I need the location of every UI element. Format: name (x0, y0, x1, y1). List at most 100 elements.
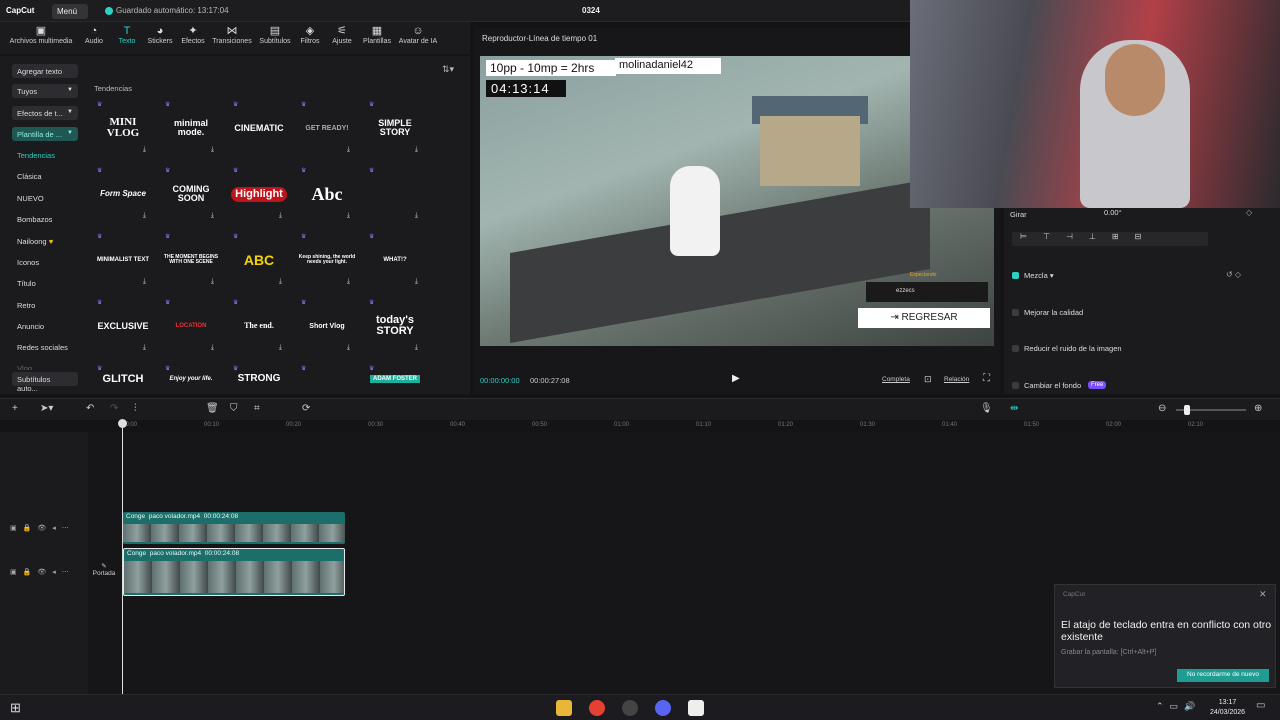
tab-audio[interactable]: ◔ Audio (80, 24, 108, 52)
download-icon[interactable]: ⤓ (143, 278, 146, 285)
add-icon[interactable]: + (12, 403, 18, 414)
text-template-tile[interactable]: ♛ LOCATION ⤓ (162, 298, 220, 354)
download-icon[interactable]: ⤓ (143, 344, 146, 351)
link-icon[interactable]: ⇹ (1010, 403, 1018, 414)
menu-button[interactable]: Menú (52, 4, 88, 19)
text-template-tile[interactable]: ♛ WHAT!? ⤓ (366, 232, 424, 288)
microphone-icon[interactable]: 🎙 (980, 403, 993, 414)
download-icon[interactable]: ⤓ (211, 212, 214, 219)
redo-icon[interactable]: ↷ (110, 403, 118, 414)
download-icon[interactable]: ⤓ (415, 278, 418, 285)
notification-icon[interactable]: ▭ (1256, 700, 1265, 711)
system-tray-icons[interactable]: ⌃▭🔊 (1156, 701, 1201, 712)
zoom-fit-icon[interactable]: ⊡ (924, 374, 932, 385)
download-icon[interactable]: ⤓ (279, 212, 282, 219)
sidebar-item-new[interactable]: NUEVO (12, 191, 78, 205)
play-icon[interactable]: ▶ (732, 373, 740, 384)
text-template-tile[interactable]: ♛ Form Space ⤓ (94, 166, 152, 222)
sidebar-item-add-text[interactable]: Agregar texto (12, 64, 78, 78)
file-explorer-icon[interactable] (556, 700, 572, 716)
sidebar-item-vlog[interactable]: Vlog (12, 361, 78, 370)
text-template-tile[interactable]: ♛ Keep shining, the world needs your ligh… (298, 232, 356, 288)
tab-templates[interactable]: ▦ Plantillas (360, 24, 394, 52)
download-icon[interactable]: ⤓ (347, 278, 350, 285)
background-checkbox[interactable] (1012, 382, 1019, 389)
full-view-button[interactable]: Completa (882, 376, 910, 383)
split-icon[interactable]: ⫶ (134, 403, 137, 414)
tab-adjust[interactable]: ⚟ Ajuste (328, 24, 356, 52)
sidebar-item-retro[interactable]: Retro (12, 298, 78, 312)
capcut-icon[interactable] (688, 700, 704, 716)
track-controls-icon[interactable]: ▣🔒👁◂⋯ (10, 568, 75, 576)
text-template-tile[interactable]: ♛ Enjoy your life. (162, 364, 220, 394)
keyframe-icon[interactable]: ◇ (1246, 208, 1252, 217)
download-icon[interactable]: ⤓ (347, 146, 350, 153)
download-icon[interactable]: ⤓ (143, 146, 146, 153)
undo-icon[interactable]: ↶ (86, 403, 94, 414)
text-template-tile[interactable]: ♛ MINI VLOG ⤓ (94, 100, 152, 156)
download-icon[interactable]: ⤓ (211, 344, 214, 351)
sidebar-item-yours[interactable]: Tuyos ▼ (12, 84, 78, 98)
sidebar-item-social[interactable]: Redes sociales (12, 340, 78, 354)
rotate-icon[interactable]: ⟳ (302, 403, 310, 414)
main-clip[interactable]: Conge paco volador.mp4 00:00:24:08 (123, 548, 345, 596)
sidebar-item-auto-subtitles[interactable]: Subtítulos auto... (12, 372, 78, 393)
quality-checkbox[interactable] (1012, 309, 1019, 316)
windows-start-icon[interactable]: ⊞ (10, 700, 21, 716)
reset-icon[interactable]: ↺ ◇ (1226, 270, 1241, 279)
blend-checkbox[interactable] (1012, 272, 1019, 279)
download-icon[interactable]: ⤓ (415, 146, 418, 153)
noise-checkbox[interactable] (1012, 345, 1019, 352)
download-icon[interactable]: ⤓ (347, 344, 350, 351)
download-icon[interactable]: ⤓ (143, 212, 146, 219)
crop-icon[interactable]: ⌗ (254, 403, 260, 414)
rotate-value[interactable]: 0.00° (1104, 208, 1122, 217)
aspect-ratio-button[interactable]: Relación (944, 376, 969, 383)
discord-icon[interactable] (655, 700, 671, 716)
tab-subtitles[interactable]: ▤ Subtítulos (256, 24, 294, 52)
sidebar-item-nailoong[interactable]: Nailoong ♥ (12, 234, 78, 248)
text-template-tile[interactable]: ♛ CINEMATIC (230, 100, 288, 156)
tab-effects[interactable]: ✦ Efectos (178, 24, 208, 52)
download-icon[interactable]: ⤓ (211, 278, 214, 285)
fullscreen-icon[interactable]: ⛶ (983, 373, 990, 384)
text-template-tile[interactable]: ♛ GET READY! ⤓ (298, 100, 356, 156)
zoom-slider-handle[interactable] (1184, 405, 1190, 415)
filter-icon[interactable]: ⇅▾ (442, 64, 454, 75)
text-template-tile[interactable]: ♛ MINIMALIST TEXT ⤓ (94, 232, 152, 288)
sidebar-item-templates[interactable]: Plantilla de ... ▼ (12, 127, 78, 141)
chrome-icon[interactable] (589, 700, 605, 716)
obs-icon[interactable] (622, 700, 638, 716)
playhead-handle[interactable] (118, 419, 127, 428)
text-template-tile[interactable]: ♛ ABC ⤓ (230, 232, 288, 288)
download-icon[interactable]: ⤓ (415, 212, 418, 219)
track-controls-icon[interactable]: ▣🔒👁◂⋯ (10, 524, 75, 532)
delete-icon[interactable]: 🗑 (206, 403, 219, 414)
text-template-tile[interactable]: ♛ THE MOMENT BEGINS WITH ONE SCENE ⤓ (162, 232, 220, 288)
cover-button[interactable]: ✎ Portada (90, 562, 118, 586)
text-template-tile[interactable]: ♛ today's STORY ⤓ (366, 298, 424, 354)
download-icon[interactable]: ⤓ (211, 146, 214, 153)
tab-transitions[interactable]: ⋈ Transiciones (210, 24, 254, 52)
sidebar-item-trending[interactable]: Tendencias (12, 148, 78, 162)
text-template-tile[interactable]: ♛ ADAM FOSTER (366, 364, 424, 394)
zoom-out-icon[interactable]: ⊖ (1158, 403, 1166, 414)
download-icon[interactable]: ⤓ (347, 212, 350, 219)
text-template-tile[interactable]: ♛ The end. ⤓ (230, 298, 288, 354)
shield-icon[interactable]: ⛉ (230, 403, 238, 414)
text-template-tile[interactable]: ♛ COMING SOON ⤓ (162, 166, 220, 222)
tab-filters[interactable]: ◈ Filtros (296, 24, 324, 52)
sidebar-item-title[interactable]: Título (12, 276, 78, 290)
download-icon[interactable]: ⤓ (415, 344, 418, 351)
sidebar-item-bombazos[interactable]: Bombazos (12, 212, 78, 226)
text-template-tile[interactable]: ♛ Short Vlog ⤓ (298, 298, 356, 354)
download-icon[interactable]: ⤓ (279, 278, 282, 285)
text-template-tile[interactable]: ♛ STRONG (230, 364, 288, 394)
text-template-tile[interactable]: ♛ EXCLUSIVE ⤓ (94, 298, 152, 354)
zoom-in-icon[interactable]: ⊕ (1254, 403, 1262, 414)
select-tool-icon[interactable]: ➤▾ (40, 403, 53, 414)
timeline-ruler[interactable]: 00:00 00:10 00:20 00:30 00:40 00:50 01:00 01:10… (88, 420, 1280, 432)
tab-ai-avatar[interactable]: ☺ Avatar de IA (396, 24, 440, 52)
text-template-tile[interactable]: ♛ GLITCH (94, 364, 152, 394)
overlay-clip[interactable]: Conge paco volador.mp4 00:00:24:08 (123, 512, 345, 544)
